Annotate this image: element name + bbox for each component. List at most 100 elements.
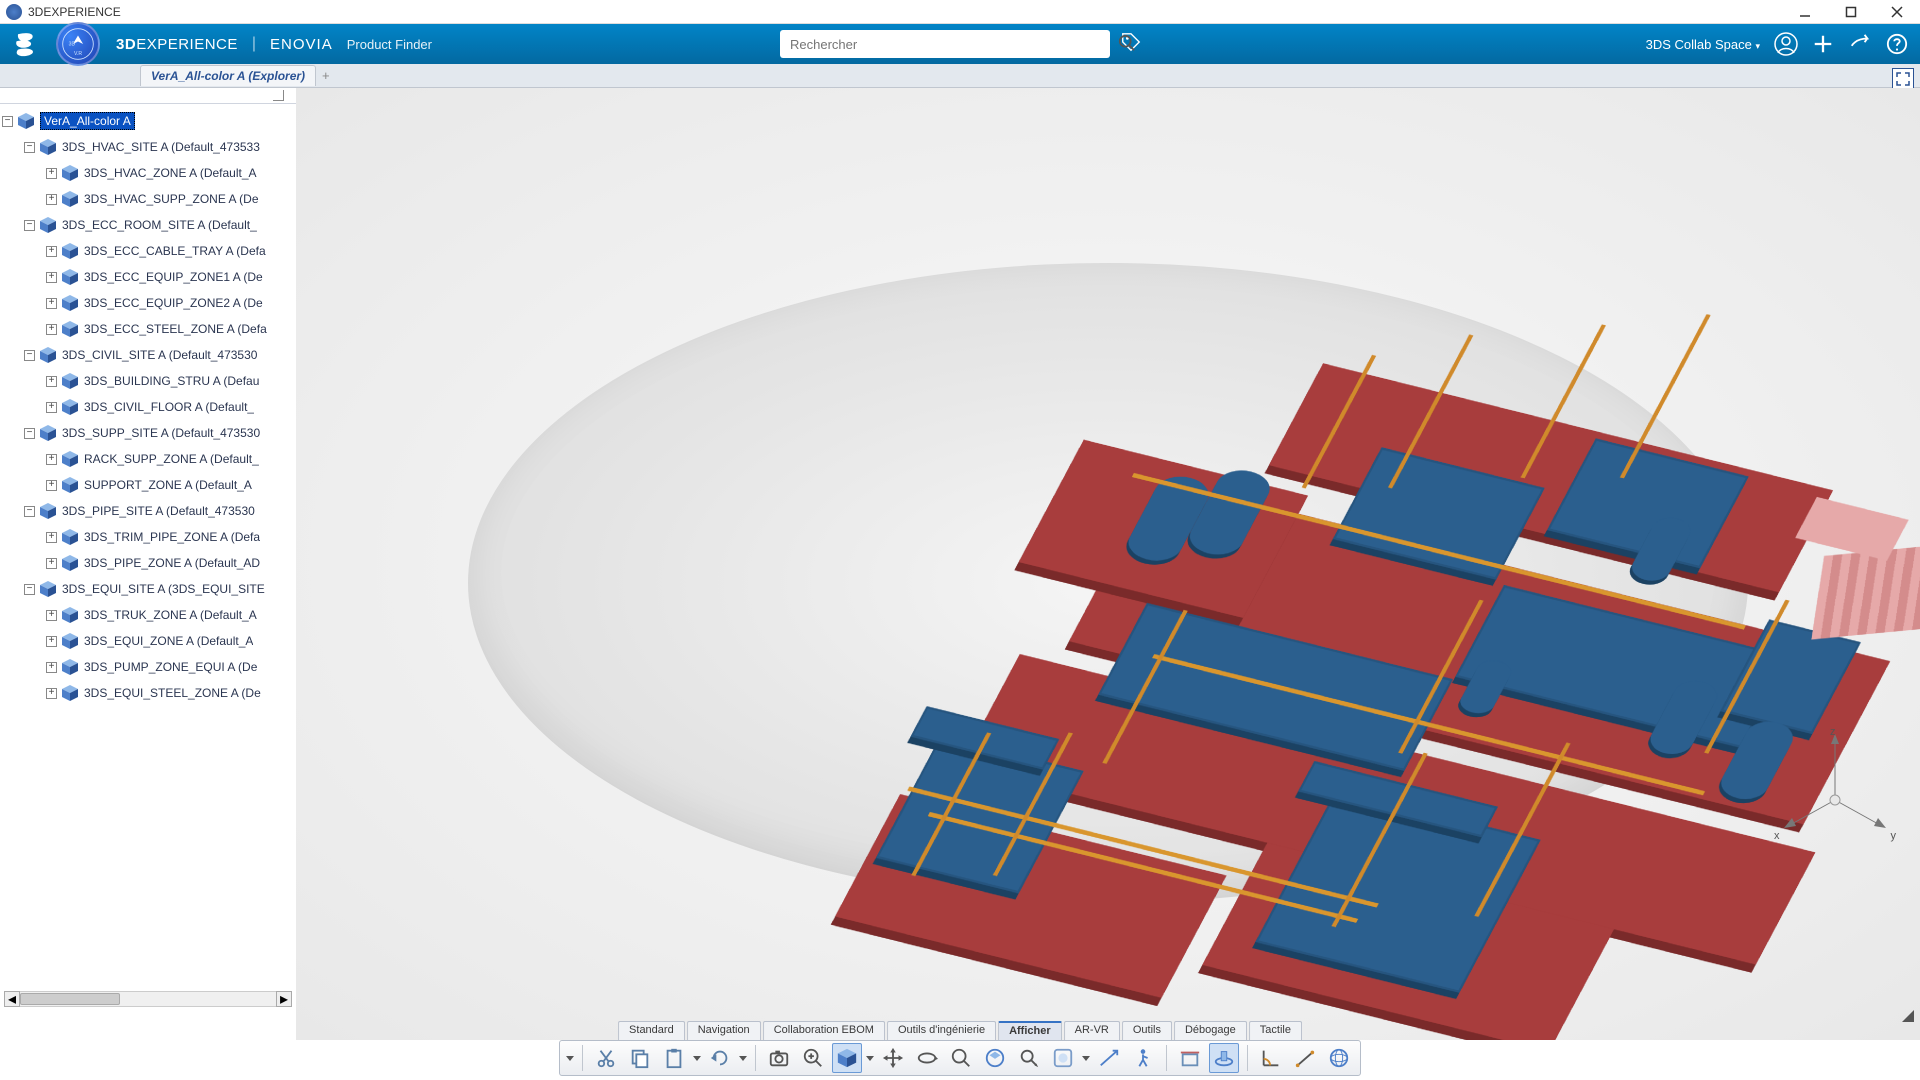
scroll-right-icon[interactable]: ▸ (276, 991, 292, 1007)
tree-node[interactable]: +SUPPORT_ZONE A (Default_A (0, 472, 296, 498)
expander-icon[interactable]: + (46, 272, 57, 283)
tree-node[interactable]: −3DS_CIVIL_SITE A (Default_473530 (0, 342, 296, 368)
tree-root[interactable]: − VerA_All-color A (0, 108, 296, 134)
toolbar-dropdown[interactable] (566, 1056, 574, 1061)
expander-icon[interactable]: − (2, 116, 13, 127)
tree-node[interactable]: −3DS_EQUI_SITE A (3DS_EQUI_SITE (0, 576, 296, 602)
compass-icon[interactable]: V.R3D (56, 22, 100, 66)
search-icon[interactable] (1118, 34, 1136, 57)
render-style-dropdown[interactable] (866, 1056, 874, 1061)
expander-icon[interactable]: + (46, 324, 57, 335)
expander-icon[interactable]: + (46, 532, 57, 543)
ds-logo-icon[interactable] (10, 29, 40, 59)
expander-icon[interactable]: + (46, 168, 57, 179)
tree-node[interactable]: +3DS_ECC_CABLE_TRAY A (Defa (0, 238, 296, 264)
expander-icon[interactable]: + (46, 610, 57, 621)
share-icon[interactable] (1848, 33, 1872, 55)
tree-node[interactable]: +3DS_ECC_EQUIP_ZONE2 A (De (0, 290, 296, 316)
scroll-track[interactable] (20, 991, 276, 1007)
tree-node[interactable]: +3DS_HVAC_ZONE A (Default_A (0, 160, 296, 186)
tree-horizontal-scrollbar[interactable]: ◂ ▸ (4, 990, 292, 1008)
expander-icon[interactable]: + (46, 636, 57, 647)
fullscreen-toggle-icon[interactable] (1892, 68, 1914, 90)
tree-node[interactable]: +3DS_CIVIL_FLOOR A (Default_ (0, 394, 296, 420)
tree-node[interactable]: +3DS_ECC_EQUIP_ZONE1 A (De (0, 264, 296, 290)
ambience-icon[interactable] (1048, 1043, 1078, 1073)
expander-icon[interactable]: + (46, 376, 57, 387)
minimize-button[interactable] (1782, 0, 1828, 24)
rotate-icon[interactable] (912, 1043, 942, 1073)
expander-icon[interactable]: − (24, 142, 35, 153)
pan-icon[interactable] (878, 1043, 908, 1073)
undo-dropdown[interactable] (739, 1056, 747, 1061)
undo-icon[interactable] (705, 1043, 735, 1073)
walk-icon[interactable] (1128, 1043, 1158, 1073)
close-button[interactable] (1874, 0, 1920, 24)
copy-icon[interactable] (625, 1043, 655, 1073)
expander-icon[interactable]: − (24, 506, 35, 517)
expander-icon[interactable]: + (46, 402, 57, 413)
profile-icon[interactable] (1774, 32, 1798, 56)
expander-icon[interactable]: − (24, 350, 35, 361)
tree-node[interactable]: +3DS_BUILDING_STRU A (Defau (0, 368, 296, 394)
actionbar-tab[interactable]: Collaboration EBOM (763, 1021, 885, 1040)
axis-triad[interactable]: z x y (1780, 730, 1890, 840)
3d-viewport[interactable]: z x y (296, 88, 1920, 1040)
measure-angle-icon[interactable] (1256, 1043, 1286, 1073)
expander-icon[interactable]: + (46, 298, 57, 309)
expander-icon[interactable]: + (46, 480, 57, 491)
scroll-thumb[interactable] (20, 993, 120, 1005)
expander-icon[interactable]: + (46, 662, 57, 673)
expander-icon[interactable]: + (46, 688, 57, 699)
actionbar-tab[interactable]: Outils d'ingénierie (887, 1021, 996, 1040)
paste-icon[interactable] (659, 1043, 689, 1073)
zoom-icon[interactable] (946, 1043, 976, 1073)
add-icon[interactable] (1812, 33, 1834, 55)
tree-node[interactable]: +3DS_TRIM_PIPE_ZONE A (Defa (0, 524, 296, 550)
tab-explorer[interactable]: VerA_All-color A (Explorer) (140, 65, 316, 86)
tree-node[interactable]: +RACK_SUPP_ZONE A (Default_ (0, 446, 296, 472)
tree-node[interactable]: +3DS_TRUK_ZONE A (Default_A (0, 602, 296, 628)
tree-node[interactable]: −3DS_PIPE_SITE A (Default_473530 (0, 498, 296, 524)
actionbar-tab[interactable]: Tactile (1249, 1021, 1302, 1040)
actionbar-tab[interactable]: Navigation (687, 1021, 761, 1040)
search-view-icon[interactable] (1014, 1043, 1044, 1073)
scroll-left-icon[interactable]: ◂ (4, 991, 20, 1007)
zoom-search-icon[interactable] (798, 1043, 828, 1073)
expander-icon[interactable]: + (46, 194, 57, 205)
tree-node[interactable]: −3DS_SUPP_SITE A (Default_473530 (0, 420, 296, 446)
tree-ruler[interactable] (0, 88, 296, 104)
actionbar-tab[interactable]: Débogage (1174, 1021, 1247, 1040)
tree-node[interactable]: −3DS_ECC_ROOM_SITE A (Default_ (0, 212, 296, 238)
measure-distance-icon[interactable] (1290, 1043, 1320, 1073)
section-icon[interactable] (1175, 1043, 1205, 1073)
fit-all-icon[interactable] (980, 1043, 1010, 1073)
globe-icon[interactable] (1324, 1043, 1354, 1073)
actionbar-tab[interactable]: AR-VR (1064, 1021, 1120, 1040)
tree-node[interactable]: +3DS_PIPE_ZONE A (Default_AD (0, 550, 296, 576)
cut-icon[interactable] (591, 1043, 621, 1073)
collab-space-selector[interactable]: 3DS Collab Space ▾ (1646, 37, 1760, 52)
tree-node[interactable]: +3DS_EQUI_STEEL_ZONE A (De (0, 680, 296, 706)
tree-node[interactable]: +3DS_ECC_STEEL_ZONE A (Defa (0, 316, 296, 342)
expander-icon[interactable]: − (24, 428, 35, 439)
help-icon[interactable] (1886, 33, 1908, 55)
tab-add-button[interactable]: + (322, 68, 330, 83)
expander-icon[interactable]: − (24, 584, 35, 595)
search-input[interactable] (780, 30, 1110, 58)
actionbar-tab[interactable]: Afficher (998, 1021, 1062, 1040)
turntable-icon[interactable] (1209, 1043, 1239, 1073)
expander-icon[interactable]: − (24, 220, 35, 231)
maximize-button[interactable] (1828, 0, 1874, 24)
tree-node[interactable]: +3DS_EQUI_ZONE A (Default_A (0, 628, 296, 654)
camera-icon[interactable] (764, 1043, 794, 1073)
expander-icon[interactable]: + (46, 246, 57, 257)
tree-node[interactable]: −3DS_HVAC_SITE A (Default_473533 (0, 134, 296, 160)
ambience-dropdown[interactable] (1082, 1056, 1090, 1061)
fly-icon[interactable] (1094, 1043, 1124, 1073)
actionbar-tab[interactable]: Outils (1122, 1021, 1172, 1040)
tree-node[interactable]: +3DS_HVAC_SUPP_ZONE A (De (0, 186, 296, 212)
render-style-icon[interactable] (832, 1043, 862, 1073)
viewport-resize-handle[interactable] (1902, 1010, 1914, 1022)
actionbar-tab[interactable]: Standard (618, 1021, 685, 1040)
